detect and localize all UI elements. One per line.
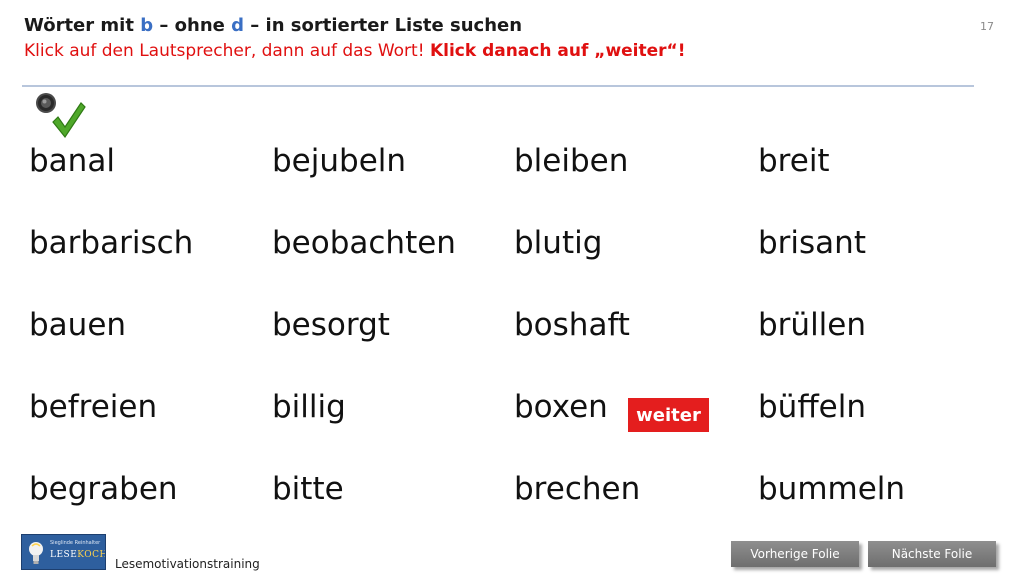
word-item[interactable]: büffeln	[758, 392, 866, 423]
word-item[interactable]: begraben	[29, 474, 178, 505]
lesekoch-logo: Sieglinde Reinhalter LESEKOCH	[21, 534, 106, 570]
word-item[interactable]: bummeln	[758, 474, 905, 505]
word-item[interactable]: bauen	[29, 310, 126, 341]
header-divider	[22, 85, 974, 87]
lightbulb-icon	[29, 542, 43, 564]
word-item[interactable]: boxen	[514, 392, 608, 423]
title-text: Wörter mit	[24, 15, 141, 36]
title-letter-d: d	[231, 15, 245, 36]
word-item[interactable]: breit	[758, 146, 830, 177]
word-item[interactable]: blutig	[514, 228, 602, 259]
logo-brand-prefix: LESE	[50, 550, 78, 560]
word-item[interactable]: boshaft	[514, 310, 630, 341]
previous-slide-button[interactable]: Vorherige Folie	[731, 541, 859, 567]
checkmark-icon	[52, 102, 86, 139]
word-item[interactable]: barbarisch	[29, 228, 193, 259]
word-item[interactable]: billig	[272, 392, 346, 423]
next-slide-button[interactable]: Nächste Folie	[868, 541, 996, 567]
word-item[interactable]: befreien	[29, 392, 157, 423]
title-text: – ohne	[153, 15, 232, 36]
word-item[interactable]: banal	[29, 146, 115, 177]
word-item[interactable]: beobachten	[272, 228, 456, 259]
instruction-plain: Klick auf den Lautsprecher, dann auf das…	[24, 41, 430, 61]
word-item[interactable]: bejubeln	[272, 146, 406, 177]
weiter-button[interactable]: weiter	[628, 398, 709, 432]
word-item[interactable]: brechen	[514, 474, 640, 505]
word-item[interactable]: bleiben	[514, 146, 628, 177]
word-item[interactable]: besorgt	[272, 310, 390, 341]
logo-brand-suffix: KOCH	[77, 550, 106, 560]
logo-brand-text: LESEKOCH	[50, 550, 106, 560]
title-text: – in sortierter Liste suchen	[244, 15, 523, 36]
logo-author-text: Sieglinde Reinhalter	[50, 540, 101, 546]
word-item[interactable]: brüllen	[758, 310, 866, 341]
title-letter-b: b	[140, 15, 154, 36]
instruction-bold: Klick danach auf „weiter“!	[429, 41, 686, 61]
footer-label: Lesemotivationstraining	[115, 557, 260, 571]
word-item[interactable]: brisant	[758, 228, 866, 259]
slide-number: 17	[980, 20, 994, 33]
slide-title: Wörter mit b – ohne d – in sortierter Li…	[24, 15, 522, 36]
instruction-text: Klick auf den Lautsprecher, dann auf das…	[24, 41, 685, 61]
word-item[interactable]: bitte	[272, 474, 344, 505]
